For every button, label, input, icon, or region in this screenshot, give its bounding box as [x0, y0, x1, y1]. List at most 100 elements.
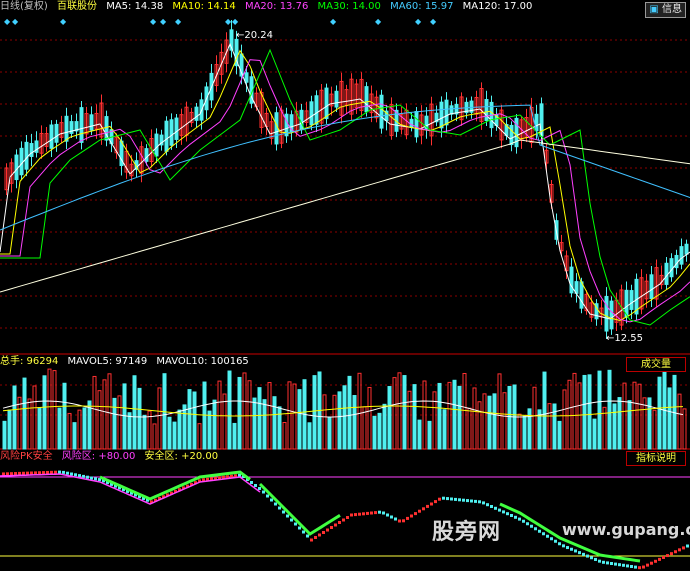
indicator-block	[34, 471, 37, 475]
indicator-block	[522, 519, 525, 523]
indicator-block	[606, 561, 609, 565]
indicator-block	[414, 512, 417, 516]
info-button[interactable]: ▣ 信息	[645, 2, 686, 18]
volume-bar	[522, 415, 527, 450]
volume-bar	[497, 373, 502, 450]
volume-bar	[362, 406, 367, 450]
volume-bar	[227, 370, 232, 450]
volume-bar	[592, 418, 597, 450]
candle-body	[164, 120, 169, 152]
indicator-block	[506, 512, 509, 516]
volume-bar	[112, 397, 117, 450]
indicator-name: 风险PK安全	[0, 451, 53, 462]
indicator-block	[442, 496, 445, 500]
volume-tag[interactable]: 成交量	[626, 357, 686, 372]
indicator-block	[378, 510, 381, 514]
indicator-help-button[interactable]: 指标说明	[626, 451, 686, 466]
indicator-block	[318, 533, 321, 537]
indicator-block	[586, 554, 589, 558]
indicator-block	[638, 566, 641, 570]
signal-diamond-icon: ◆	[415, 17, 422, 26]
volume-bar	[12, 385, 17, 450]
indicator-block	[74, 473, 77, 477]
indicator-block	[290, 518, 293, 522]
candle-body	[444, 99, 449, 126]
watermark-logo: 股旁网	[432, 520, 502, 545]
candlestick-chart[interactable]: ←20.24←12.55◆ ◆ ◆ ◆ ◆ ◆ ◆ ◆ ◆ ◆ ◆ ◆	[0, 0, 690, 355]
signal-diamond-icon: ◆	[4, 17, 11, 26]
volume-bar	[357, 372, 362, 450]
indicator-block	[366, 511, 369, 515]
volume-bar	[272, 396, 277, 450]
volume-bar	[172, 421, 177, 450]
indicator-block	[306, 534, 309, 538]
indicator-block	[670, 552, 673, 556]
candle-body	[14, 154, 19, 181]
candle-body	[669, 258, 674, 278]
signal-diamond-icon: ◆	[232, 17, 239, 26]
volume-chart-panel[interactable]: 总手: 96294 MAVOL5: 97149 MAVOL10: 100165 …	[0, 355, 690, 450]
volume-bar	[402, 375, 407, 450]
volume-bar	[57, 407, 62, 450]
indicator-block	[582, 552, 585, 556]
volume-bar	[457, 385, 462, 450]
indicator-block	[406, 516, 409, 520]
volume-bar	[657, 376, 662, 450]
volume-chart[interactable]	[0, 355, 690, 450]
volume-bar	[347, 375, 352, 450]
volume-bar	[257, 387, 262, 450]
volume-bar	[462, 372, 467, 450]
volume-bar	[22, 377, 27, 450]
volume-bar	[567, 379, 572, 450]
indicator-block	[38, 471, 41, 475]
indicator-block	[502, 510, 505, 514]
candle-body	[29, 143, 34, 157]
volume-bar	[122, 383, 127, 450]
indicator-block	[562, 544, 565, 548]
indicator-block	[346, 516, 349, 519]
candle-body	[19, 147, 24, 176]
indicator-block	[618, 563, 621, 567]
risk-indicator-chart[interactable]	[0, 450, 690, 571]
candle-body	[414, 110, 419, 138]
period-label: 日线(复权)	[0, 1, 48, 12]
volume-bar	[82, 407, 87, 450]
volume-bar	[142, 414, 147, 450]
indicator-block	[422, 507, 425, 511]
ma5-line	[0, 42, 690, 320]
volume-bar	[392, 377, 397, 450]
indicator-block	[462, 498, 465, 502]
candle-body	[334, 90, 339, 108]
volume-bar	[2, 420, 7, 450]
volume-bar	[612, 403, 617, 450]
volume-bar	[352, 395, 357, 450]
volume-bar	[682, 408, 687, 450]
price-chart-panel[interactable]: ←20.24 ←12.55 ◆ ◆ ◆ ◆ ◆ ◆ ◆ ◆ ◆ ◆ ◆ ◆ 日线(复权) 百联股份 MA5…	[0, 0, 690, 355]
indicator-block	[82, 474, 85, 478]
volume-bar	[107, 373, 112, 450]
volume-bar	[277, 406, 282, 450]
indicator-block	[666, 554, 669, 558]
candle-body	[484, 98, 489, 122]
indicator-block	[534, 527, 537, 531]
volume-bar	[417, 419, 422, 450]
signal-diamond-icon: ◆	[60, 17, 67, 26]
indicator-block	[2, 472, 5, 476]
indicator-panel[interactable]: 风险PK安全 风险区: +80.00 安全区: +20.00 指标说明	[0, 450, 690, 571]
indicator-block	[518, 517, 521, 521]
indicator-block	[486, 503, 489, 507]
indicator-block	[682, 546, 685, 550]
volume-bar	[437, 382, 442, 450]
indicator-block	[58, 470, 61, 474]
volume-bar	[382, 403, 387, 450]
volume-bar	[232, 422, 237, 450]
volume-total: 总手: 96294	[0, 356, 59, 367]
candle-body	[64, 115, 69, 142]
candle-body	[569, 266, 574, 294]
volume-bar	[667, 387, 672, 450]
volume-bar	[562, 389, 567, 450]
indicator-block	[390, 515, 393, 519]
indicator-block	[430, 502, 433, 506]
volume-bar	[137, 387, 142, 450]
candle-body	[49, 124, 54, 149]
